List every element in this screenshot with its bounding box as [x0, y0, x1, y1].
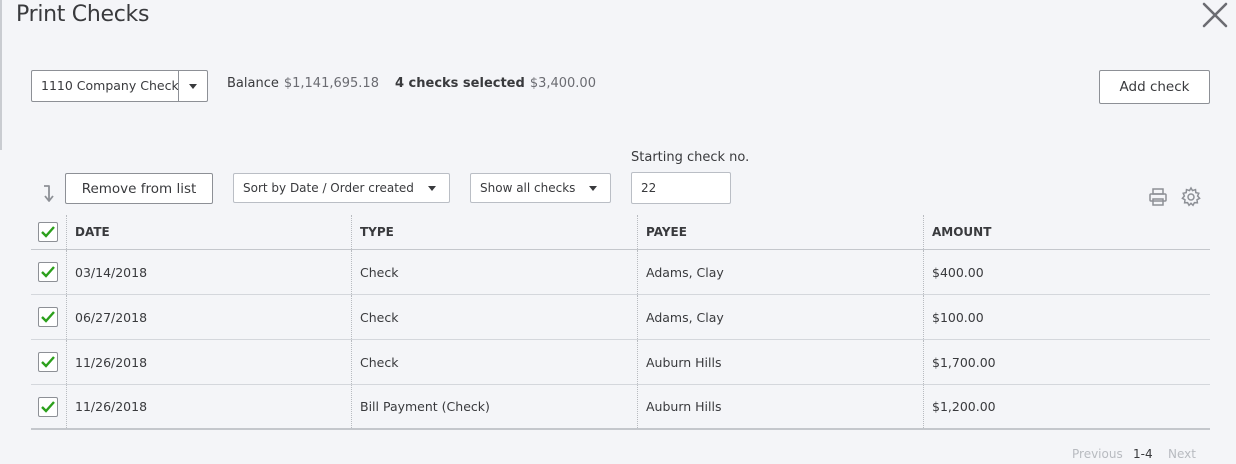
close-icon[interactable] [1196, 0, 1232, 32]
sort-dropdown[interactable]: Sort by Date / Order created [233, 173, 450, 203]
page-title: Print Checks [16, 2, 150, 27]
pagination-next[interactable]: Next [1168, 447, 1196, 461]
cell-type: Check [352, 340, 638, 384]
starting-check-label: Starting check no. [631, 150, 750, 165]
filter-dropdown-value: Show all checks [480, 181, 576, 195]
column-header-amount[interactable]: AMOUNT [924, 215, 1210, 249]
cell-payee: Auburn Hills [638, 385, 924, 428]
account-dropdown-button[interactable] [178, 71, 207, 101]
pagination-range: 1-4 [1133, 447, 1153, 461]
starting-check-input[interactable] [631, 172, 731, 204]
cell-payee: Adams, Clay [638, 295, 924, 339]
checkmark-icon [41, 266, 55, 278]
printer-icon[interactable] [1147, 186, 1169, 208]
chevron-down-icon [589, 186, 597, 191]
cell-date: 11/26/2018 [67, 340, 352, 384]
cell-date: 11/26/2018 [67, 385, 352, 428]
filter-dropdown[interactable]: Show all checks [470, 173, 611, 203]
checkmark-icon [41, 311, 55, 323]
cell-type: Check [352, 250, 638, 294]
column-header-payee[interactable]: PAYEE [638, 215, 924, 249]
selected-count: 4 checks selected [394, 76, 525, 91]
checks-table: DATE TYPE PAYEE AMOUNT 03/14/2018 Check … [31, 215, 1210, 430]
balance-label: Balance [227, 76, 279, 91]
pagination-previous[interactable]: Previous [1072, 447, 1123, 461]
chevron-down-icon [428, 186, 436, 191]
cell-date: 03/14/2018 [67, 250, 352, 294]
table-row[interactable]: 06/27/2018 Check Adams, Clay $100.00 [31, 295, 1210, 340]
cell-date: 06/27/2018 [67, 295, 352, 339]
sort-dropdown-value: Sort by Date / Order created [243, 181, 414, 195]
cell-amount: $1,700.00 [932, 354, 996, 370]
column-header-type[interactable]: TYPE [352, 215, 638, 249]
table-row[interactable]: 11/26/2018 Check Auburn Hills $1,700.00 [31, 340, 1210, 385]
checkmark-icon [41, 356, 55, 368]
chevron-down-icon [189, 83, 197, 89]
cell-payee: Adams, Clay [638, 250, 924, 294]
checkmark-icon [41, 226, 55, 238]
add-check-button[interactable]: Add check [1099, 70, 1210, 104]
selected-total: $3,400.00 [529, 76, 596, 91]
checkmark-icon [41, 400, 55, 413]
cell-payee: Auburn Hills [638, 340, 924, 384]
row-checkbox[interactable] [38, 396, 58, 417]
column-header-date[interactable]: DATE [67, 215, 352, 249]
table-header: DATE TYPE PAYEE AMOUNT [31, 215, 1210, 250]
select-all-checkbox[interactable] [38, 222, 58, 242]
row-checkbox[interactable] [38, 352, 58, 372]
account-select[interactable]: 1110 Company Checking [31, 70, 208, 102]
balance-summary: Balance $1,141,695.18 4 checks selected $3,… [227, 76, 596, 91]
balance-value: $1,141,695.18 [283, 76, 379, 91]
table-row[interactable]: 03/14/2018 Check Adams, Clay $400.00 [31, 250, 1210, 295]
cell-amount: $1,200.00 [932, 399, 996, 414]
table-row[interactable]: 11/26/2018 Bill Payment (Check) Auburn H… [31, 385, 1210, 430]
row-checkbox[interactable] [38, 307, 58, 327]
remove-from-list-button[interactable]: Remove from list [65, 173, 213, 204]
cell-type: Bill Payment (Check) [352, 385, 638, 428]
row-checkbox[interactable] [38, 262, 58, 282]
bulk-action-arrow-icon [42, 184, 60, 204]
cell-amount: $400.00 [932, 264, 984, 280]
gear-icon[interactable] [1180, 186, 1202, 208]
account-select-value: 1110 Company Checking [41, 78, 178, 93]
panel-left-edge [0, 0, 2, 150]
cell-amount: $100.00 [932, 309, 984, 325]
cell-type: Check [352, 295, 638, 339]
